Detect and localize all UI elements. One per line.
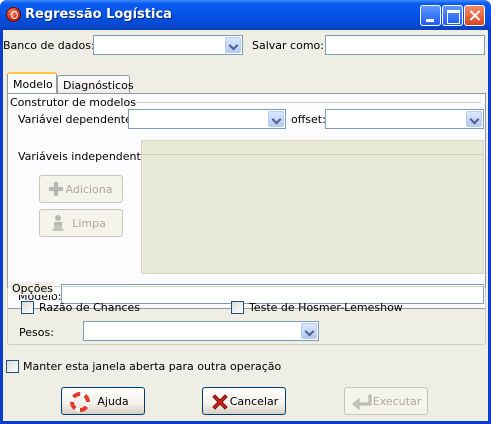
run-button[interactable]: Executar: [344, 387, 428, 415]
help-button[interactable]: Ajuda: [61, 387, 145, 415]
tab-label: Diagnósticos: [63, 79, 134, 92]
tab-panel-modelo: Construtor de modelos Variável dependent…: [7, 93, 486, 309]
odds-ratio-label: Razão de Chances: [39, 301, 141, 314]
cancel-button-label: Cancelar: [229, 395, 279, 408]
lifebuoy-icon: [70, 392, 90, 412]
saveas-label: Salvar como:: [252, 39, 324, 52]
window-title: Regressão Logística: [25, 7, 172, 22]
tab-modelo[interactable]: Modelo: [7, 72, 57, 95]
chevron-down-icon[interactable]: [225, 37, 241, 53]
red-x-icon: [210, 392, 230, 412]
weights-label: Pesos:: [19, 326, 54, 339]
keep-open-label: Manter esta janela aberta para outra ope…: [23, 360, 282, 373]
dialog-window: Regressão Logística Banco de dados: Salv…: [0, 0, 491, 424]
dependent-label: Variável dependente:: [18, 113, 136, 126]
keep-open-checkbox[interactable]: [6, 360, 19, 373]
clear-button[interactable]: Limpa: [39, 209, 123, 237]
hosmer-lemeshow-checkbox[interactable]: [231, 301, 244, 314]
title-bar[interactable]: Regressão Logística: [0, 0, 491, 30]
chevron-down-icon[interactable]: [466, 111, 482, 127]
minimize-button[interactable]: [420, 5, 441, 26]
add-button[interactable]: Adiciona: [39, 175, 123, 203]
chevron-down-icon[interactable]: [268, 111, 284, 127]
cancel-button[interactable]: Cancelar: [202, 387, 286, 415]
saveas-input[interactable]: [325, 35, 485, 55]
dataset-combo[interactable]: [93, 35, 243, 55]
maximize-button[interactable]: [442, 5, 463, 26]
close-button[interactable]: [464, 5, 485, 26]
run-button-label: Executar: [372, 395, 422, 408]
independent-label: Variáveis independentes:: [18, 150, 158, 163]
group-divider: [124, 102, 481, 103]
clear-button-label: Limpa: [72, 217, 106, 230]
chevron-down-icon[interactable]: [301, 323, 317, 339]
plus-icon: [48, 181, 64, 197]
dependent-combo[interactable]: [128, 109, 286, 129]
builder-group-title: Construtor de modelos: [10, 96, 136, 109]
independent-variables-list[interactable]: [141, 140, 484, 274]
dialog-client-area: Banco de dados: Salvar como: Modelo Diag…: [3, 30, 488, 421]
help-button-label: Ajuda: [97, 395, 129, 408]
options-group-title: Opções: [11, 282, 54, 295]
list-header-line: [142, 154, 483, 155]
weights-combo[interactable]: [83, 321, 319, 341]
tab-label: Modelo: [13, 78, 53, 91]
dataset-label: Banco de dados:: [3, 39, 95, 52]
tab-diagnosticos[interactable]: Diagnósticos: [57, 75, 134, 93]
hosmer-lemeshow-label: Teste de Hosmer-Lemeshow: [249, 301, 403, 314]
add-button-label: Adiciona: [65, 183, 113, 196]
app-logo-icon: [6, 7, 21, 22]
offset-label: offset:: [291, 113, 326, 126]
enter-arrow-icon: [351, 393, 373, 411]
odds-ratio-checkbox[interactable]: [21, 301, 34, 314]
offset-combo[interactable]: [325, 109, 484, 129]
broom-icon: [50, 214, 66, 232]
